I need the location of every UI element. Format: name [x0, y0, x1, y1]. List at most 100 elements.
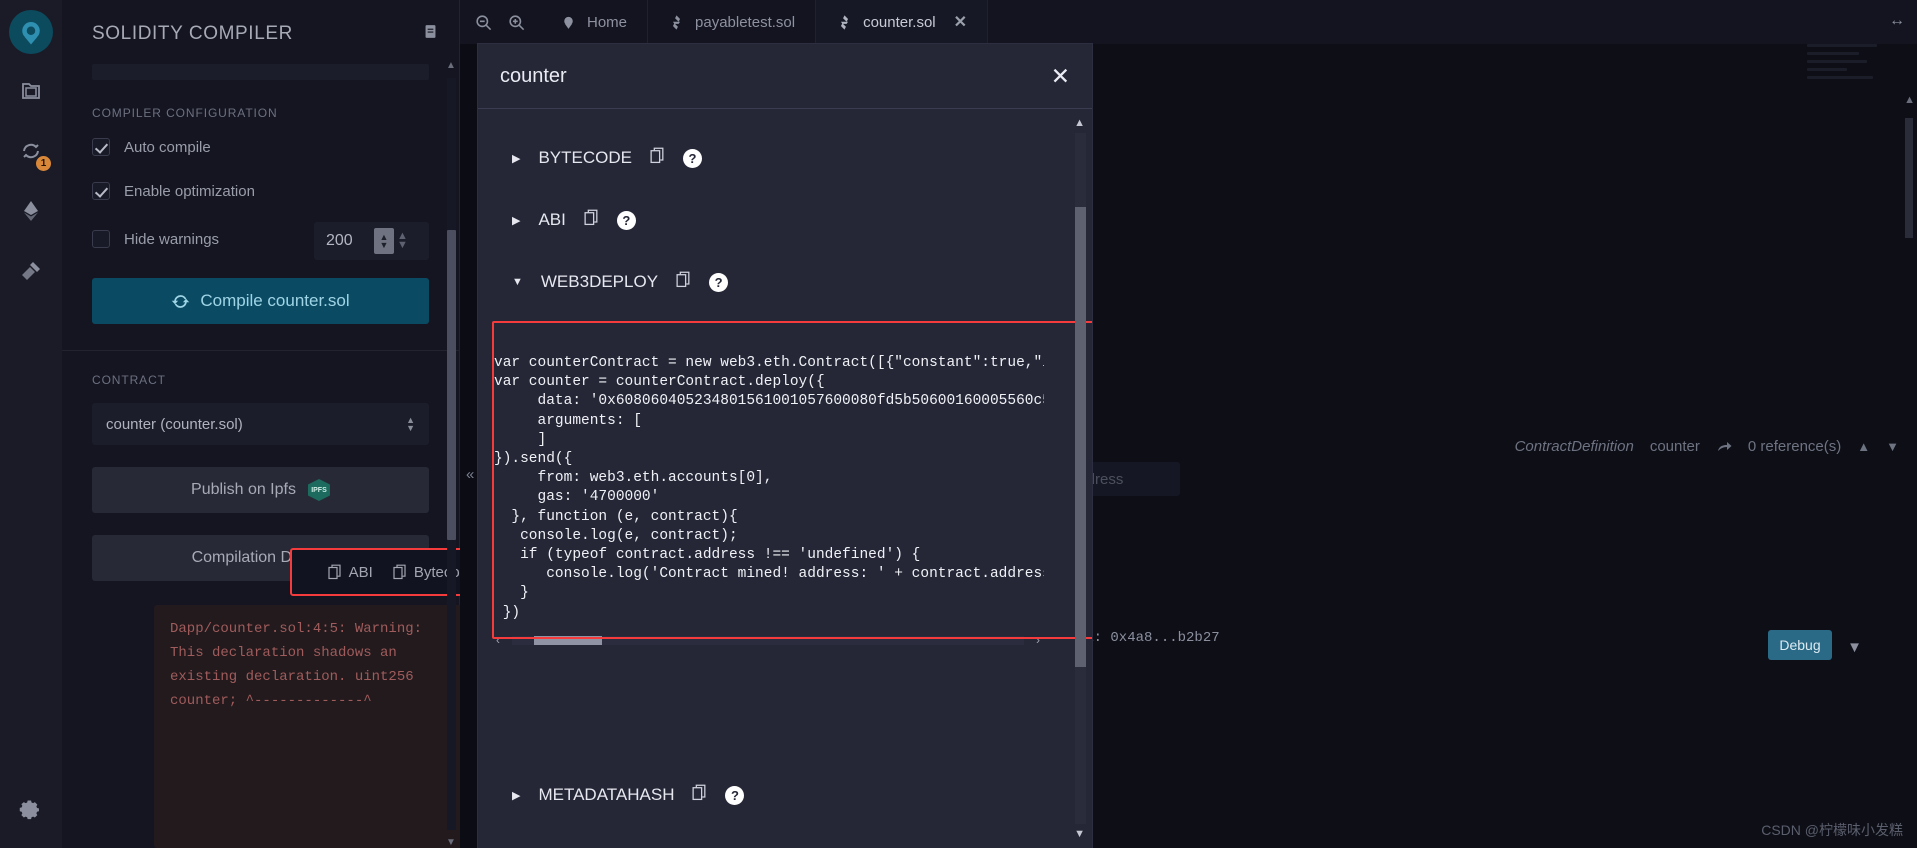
enable-optimization-row[interactable]: Enable optimization ▲▼ ▲▼ — [92, 180, 429, 260]
help-icon[interactable]: ? — [683, 148, 702, 168]
enable-optimization-label: Enable optimization — [124, 182, 255, 200]
accordion-bytecode[interactable]: ▶ BYTECODE ? — [478, 141, 1092, 175]
optimization-runs-input[interactable] — [314, 232, 374, 250]
file-explorers-icon[interactable] — [8, 68, 54, 114]
solidity-icon — [668, 14, 685, 31]
accordion-web3deploy-label: WEB3DEPLOY — [540, 272, 659, 291]
accordion-metadatahash[interactable]: ▶ METADATAHASH ? — [478, 778, 745, 812]
code-horizontal-scrollbar[interactable]: ‹ › — [494, 631, 1042, 649]
accordion-web3deploy[interactable]: ▼ WEB3DEPLOY ? — [478, 265, 1092, 299]
accordion-metadatahash-label: METADATAHASH — [538, 785, 675, 804]
solidity-compiler-panel: SOLIDITY COMPILER COMPILER CONFIGURATION… — [62, 0, 514, 848]
chevron-right-icon[interactable]: ▶ — [512, 214, 520, 227]
editor-scroll-thumb[interactable] — [1905, 118, 1913, 238]
modal-body: ▶ BYTECODE ? ▶ ABI ? ▼ WEB3DEPLOY ? var … — [478, 109, 1092, 848]
panel-scrollbar[interactable]: ▲ ▼ — [445, 60, 457, 848]
enable-optimization-checkbox[interactable] — [92, 182, 110, 200]
terminal-chevron-down-icon[interactable]: ▼ — [1847, 639, 1862, 656]
hide-warnings-label: Hide warnings — [124, 230, 220, 248]
panel-collapse-handle[interactable]: « — [466, 466, 474, 483]
copy-icon[interactable] — [692, 784, 707, 806]
remix-logo[interactable] — [9, 10, 53, 54]
settings-icon[interactable] — [8, 788, 54, 834]
docs-icon[interactable] — [422, 22, 439, 46]
plugin-manager-icon[interactable]: 1 — [8, 128, 54, 174]
tab-counter-label: counter.sol — [863, 13, 936, 31]
auto-compile-checkbox[interactable] — [92, 138, 110, 156]
scroll-left-icon[interactable]: ‹ — [496, 633, 500, 647]
page-title: SOLIDITY COMPILER — [92, 23, 293, 44]
compilation-details-modal: counter ✕ ▶ BYTECODE ? ▶ ABI ? ▼ WEB3DEP… — [478, 44, 1092, 848]
scroll-down-icon[interactable]: ▼ — [446, 837, 456, 848]
book-icon — [425, 25, 436, 38]
home-icon — [560, 14, 577, 31]
hscroll-thumb[interactable] — [534, 635, 602, 645]
tab-counter[interactable]: counter.sol ✕ — [816, 0, 989, 44]
runs-stepper[interactable]: ▲ ▼ — [374, 228, 394, 254]
tab-home[interactable]: Home — [540, 0, 649, 44]
compilation-warning: Dapp/counter.sol:4:5: Warning: This decl… — [154, 605, 470, 848]
auto-compile-row[interactable]: Auto compile — [92, 136, 429, 158]
close-icon[interactable]: ✕ — [1051, 64, 1070, 88]
jump-to-icon[interactable] — [1716, 438, 1732, 454]
ipfs-icon: IPFS — [307, 479, 330, 501]
editor-scrollbar[interactable]: ▲ — [1904, 90, 1915, 848]
copy-icon[interactable] — [584, 209, 599, 231]
tab-payabletest-label: payabletest.sol — [695, 13, 796, 31]
help-icon[interactable]: ? — [709, 272, 729, 292]
copy-icon — [393, 564, 406, 580]
chevron-up-icon[interactable]: ▲ — [1857, 439, 1870, 454]
scroll-down-icon[interactable]: ▼ — [1074, 828, 1085, 840]
chevron-down-icon[interactable]: ▼ — [512, 276, 523, 288]
tab-home-label: Home — [587, 13, 628, 31]
copy-icon[interactable] — [676, 271, 691, 293]
publish-ipfs-label: Publish on Ipfs — [191, 481, 296, 498]
modal-scroll-thumb[interactable] — [1075, 207, 1086, 667]
chevron-down-icon[interactable]: ▼ — [1886, 439, 1899, 454]
optimization-runs-field[interactable]: ▲▼ ▲▼ — [314, 222, 429, 260]
hide-warnings-checkbox[interactable] — [92, 230, 110, 248]
compiler-version-select[interactable] — [92, 64, 429, 80]
deploy-run-icon[interactable] — [8, 188, 54, 234]
modal-title: counter — [500, 64, 567, 87]
panel-body: COMPILER CONFIGURATION Auto compile Enab… — [62, 64, 459, 581]
copy-icon[interactable] — [650, 147, 665, 169]
accordion-abi-label: ABI — [538, 210, 566, 229]
chevron-right-icon[interactable]: ▶ — [512, 789, 520, 802]
contract-label: CONTRACT — [92, 373, 166, 387]
tab-payabletest[interactable]: payabletest.sol — [648, 0, 817, 44]
icon-rail: 1 — [0, 0, 62, 848]
panel-scroll-thumb[interactable] — [447, 230, 456, 540]
scroll-up-icon[interactable]: ▲ — [1074, 117, 1085, 129]
contract-select[interactable]: counter (counter.sol) ▲ ▼ — [92, 403, 429, 445]
chevron-right-icon[interactable]: ▶ — [512, 152, 520, 165]
web3deploy-code[interactable]: var counterContract = new web3.eth.Contr… — [494, 354, 1044, 619]
editor-minimap[interactable] — [1807, 44, 1899, 98]
close-icon[interactable]: ✕ — [954, 12, 967, 32]
definition-kind: ContractDefinition — [1514, 437, 1634, 455]
compile-button-label: Compile counter.sol — [200, 291, 350, 310]
zoom-in-icon[interactable] — [507, 13, 526, 32]
scroll-up-icon[interactable]: ▲ — [446, 60, 456, 71]
runs-stepper-secondary[interactable]: ▲ ▼ — [397, 231, 408, 251]
help-icon[interactable]: ? — [725, 785, 745, 805]
zoom-controls — [460, 13, 540, 32]
debug-button[interactable]: Debug — [1768, 630, 1832, 660]
help-icon[interactable]: ? — [616, 210, 636, 230]
accordion-bytecode-label: BYTECODE — [538, 148, 632, 167]
accordion-abi[interactable]: ▶ ABI ? — [478, 203, 1092, 237]
solidity-compiler-icon[interactable] — [8, 248, 54, 294]
expand-icon[interactable]: ↔ — [1889, 12, 1905, 30]
modal-header: counter ✕ — [478, 44, 1092, 109]
compile-button[interactable]: Compile counter.sol — [92, 278, 429, 324]
publish-ipfs-button[interactable]: Publish on Ipfs IPFS — [92, 467, 429, 513]
modal-backdrop — [460, 44, 478, 848]
panel-divider — [62, 350, 459, 351]
scroll-up-icon[interactable]: ▲ — [1904, 94, 1915, 106]
modal-scrollbar[interactable]: ▲ ▼ — [1074, 117, 1086, 840]
zoom-out-icon[interactable] — [474, 13, 493, 32]
scroll-right-icon[interactable]: › — [1036, 633, 1040, 647]
remix-logo-icon — [22, 22, 40, 45]
refresh-icon — [172, 294, 190, 308]
copy-abi-button[interactable]: ABI — [328, 564, 373, 581]
